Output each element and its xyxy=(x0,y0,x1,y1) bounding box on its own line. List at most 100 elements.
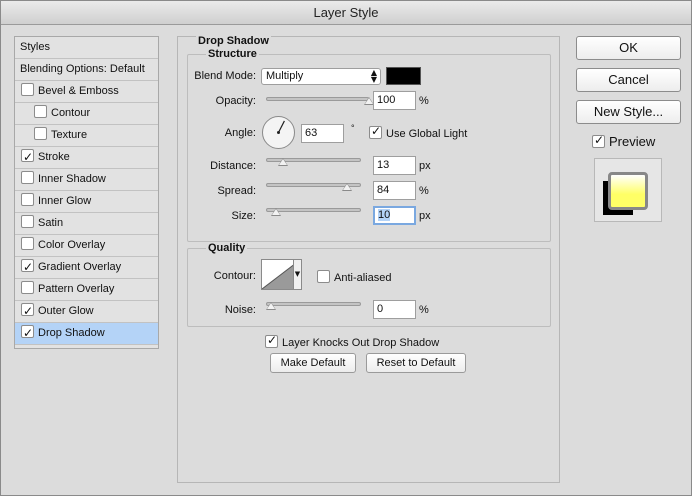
spread-value: 84 xyxy=(377,184,390,196)
style-item-color-overlay[interactable]: Color Overlay xyxy=(15,235,158,257)
spread-label: Spread: xyxy=(217,185,256,197)
checkbox-icon[interactable] xyxy=(21,301,34,322)
opacity-slider-track[interactable] xyxy=(266,97,369,101)
opacity-unit: % xyxy=(419,95,429,107)
shadow-color-swatch[interactable] xyxy=(386,67,421,85)
blend-mode-select[interactable]: Multiply ▲ ▼ xyxy=(261,68,381,85)
checkbox-icon[interactable] xyxy=(21,323,34,344)
noise-value: 0 xyxy=(377,303,384,315)
style-item-texture[interactable]: Texture xyxy=(15,125,158,147)
contour-dropdown-icon[interactable]: ▼ xyxy=(293,259,302,290)
style-item-label: Inner Shadow xyxy=(38,173,106,185)
style-item-label: Inner Glow xyxy=(38,195,92,207)
preview-label: Preview xyxy=(609,134,656,149)
style-item-gradient-overlay[interactable]: Gradient Overlay xyxy=(15,257,158,279)
make-default-button[interactable]: Make Default xyxy=(270,353,356,373)
angle-value: 63 xyxy=(305,127,318,139)
preview-checkbox[interactable]: Preview xyxy=(592,133,656,149)
preview-swatch xyxy=(608,172,648,210)
window-title: Layer Style xyxy=(1,1,691,25)
new-style-button[interactable]: New Style... xyxy=(576,100,681,124)
style-item-stroke[interactable]: Stroke xyxy=(15,147,158,169)
style-item-label: Drop Shadow xyxy=(38,327,105,339)
style-item-blending-options-default[interactable]: Blending Options: Default xyxy=(15,59,158,81)
style-item-label: Color Overlay xyxy=(38,239,106,251)
opacity-input[interactable]: 100 xyxy=(373,91,416,110)
checkbox-icon[interactable] xyxy=(21,257,34,278)
angle-label: Angle: xyxy=(224,127,256,139)
checkbox-icon xyxy=(265,333,278,348)
style-item-satin[interactable]: Satin xyxy=(15,213,158,235)
panel-title: Drop Shadow xyxy=(196,35,271,47)
quality-title: Quality xyxy=(206,242,248,254)
style-item-label: Stroke xyxy=(38,151,70,163)
blend-mode-label: Blend Mode: xyxy=(194,70,256,82)
use-global-light-label: Use Global Light xyxy=(386,128,468,140)
size-slider-thumb[interactable] xyxy=(270,208,281,216)
ok-button[interactable]: OK xyxy=(576,36,681,60)
drop-shadow-panel: Drop Shadow Structure Blend Mode: Multip… xyxy=(177,35,560,483)
style-item-label: Contour xyxy=(51,107,91,119)
noise-unit: % xyxy=(419,304,429,316)
anti-aliased-label: Anti-aliased xyxy=(334,272,392,284)
distance-slider-thumb[interactable] xyxy=(277,158,288,166)
checkbox-icon[interactable] xyxy=(21,193,34,206)
opacity-value: 100 xyxy=(377,94,396,106)
checkbox-icon[interactable] xyxy=(34,127,47,140)
distance-value: 13 xyxy=(377,159,390,171)
knocks-out-checkbox[interactable]: Layer Knocks Out Drop Shadow xyxy=(265,333,440,349)
updown-arrows-icon: ▲ ▼ xyxy=(370,68,377,84)
style-item-label: Texture xyxy=(51,129,88,141)
distance-input[interactable]: 13 xyxy=(373,156,416,175)
noise-slider-track[interactable] xyxy=(266,302,361,306)
checkbox-icon[interactable] xyxy=(21,83,34,96)
style-item-contour[interactable]: Contour xyxy=(15,103,158,125)
style-item-outer-glow[interactable]: Outer Glow xyxy=(15,301,158,323)
style-item-drop-shadow[interactable]: Drop Shadow xyxy=(15,323,158,345)
checkbox-icon[interactable] xyxy=(21,281,34,294)
style-item-label: Styles xyxy=(20,41,50,53)
angle-input[interactable]: 63 xyxy=(301,124,344,143)
distance-unit: px xyxy=(419,160,431,172)
style-item-inner-shadow[interactable]: Inner Shadow xyxy=(15,169,158,191)
style-item-inner-glow[interactable]: Inner Glow xyxy=(15,191,158,213)
size-value: 10 xyxy=(378,209,391,221)
use-global-light-checkbox[interactable]: Use Global Light xyxy=(369,124,468,140)
style-item-label: Bevel & Emboss xyxy=(38,85,119,97)
styles-list: Styles Blending Options: Default Bevel & E… xyxy=(14,36,159,349)
style-preview-thumbnail xyxy=(594,158,662,222)
checkbox-icon xyxy=(317,270,330,283)
style-item-label: Pattern Overlay xyxy=(38,283,115,295)
checkbox-icon[interactable] xyxy=(21,237,34,250)
contour-label: Contour: xyxy=(213,270,256,282)
spread-slider-thumb[interactable] xyxy=(341,183,352,191)
checkbox-icon xyxy=(592,133,605,148)
style-item-label: Blending Options: Default xyxy=(20,63,145,75)
checkbox-icon xyxy=(369,124,382,139)
noise-input[interactable]: 0 xyxy=(373,300,416,319)
size-input[interactable]: 10 xyxy=(373,206,416,225)
style-item-label: Satin xyxy=(38,217,64,229)
spread-unit: % xyxy=(419,185,429,197)
spread-input[interactable]: 84 xyxy=(373,181,416,200)
style-item-bevel-emboss[interactable]: Bevel & Emboss xyxy=(15,81,158,103)
cancel-button[interactable]: Cancel xyxy=(576,68,681,92)
knocks-out-label: Layer Knocks Out Drop Shadow xyxy=(282,337,440,349)
layer-style-dialog: Layer Style Styles Blending Options: Defa… xyxy=(0,0,692,496)
style-item-styles[interactable]: Styles xyxy=(15,37,158,59)
angle-dial[interactable] xyxy=(262,116,295,149)
checkbox-icon[interactable] xyxy=(34,105,47,118)
reset-to-default-button[interactable]: Reset to Default xyxy=(366,353,466,373)
blend-mode-value: Multiply xyxy=(266,70,304,82)
noise-slider-thumb[interactable] xyxy=(266,302,276,310)
style-item-pattern-overlay[interactable]: Pattern Overlay xyxy=(15,279,158,301)
distance-label: Distance: xyxy=(210,160,256,172)
checkbox-icon[interactable] xyxy=(21,147,34,168)
noise-label: Noise: xyxy=(224,304,256,316)
checkbox-icon[interactable] xyxy=(21,171,34,184)
angle-needle-icon xyxy=(277,120,285,134)
style-item-label: Gradient Overlay xyxy=(38,261,122,273)
anti-aliased-checkbox[interactable]: Anti-aliased xyxy=(317,270,391,284)
style-item-label: Outer Glow xyxy=(38,305,94,317)
checkbox-icon[interactable] xyxy=(21,215,34,228)
